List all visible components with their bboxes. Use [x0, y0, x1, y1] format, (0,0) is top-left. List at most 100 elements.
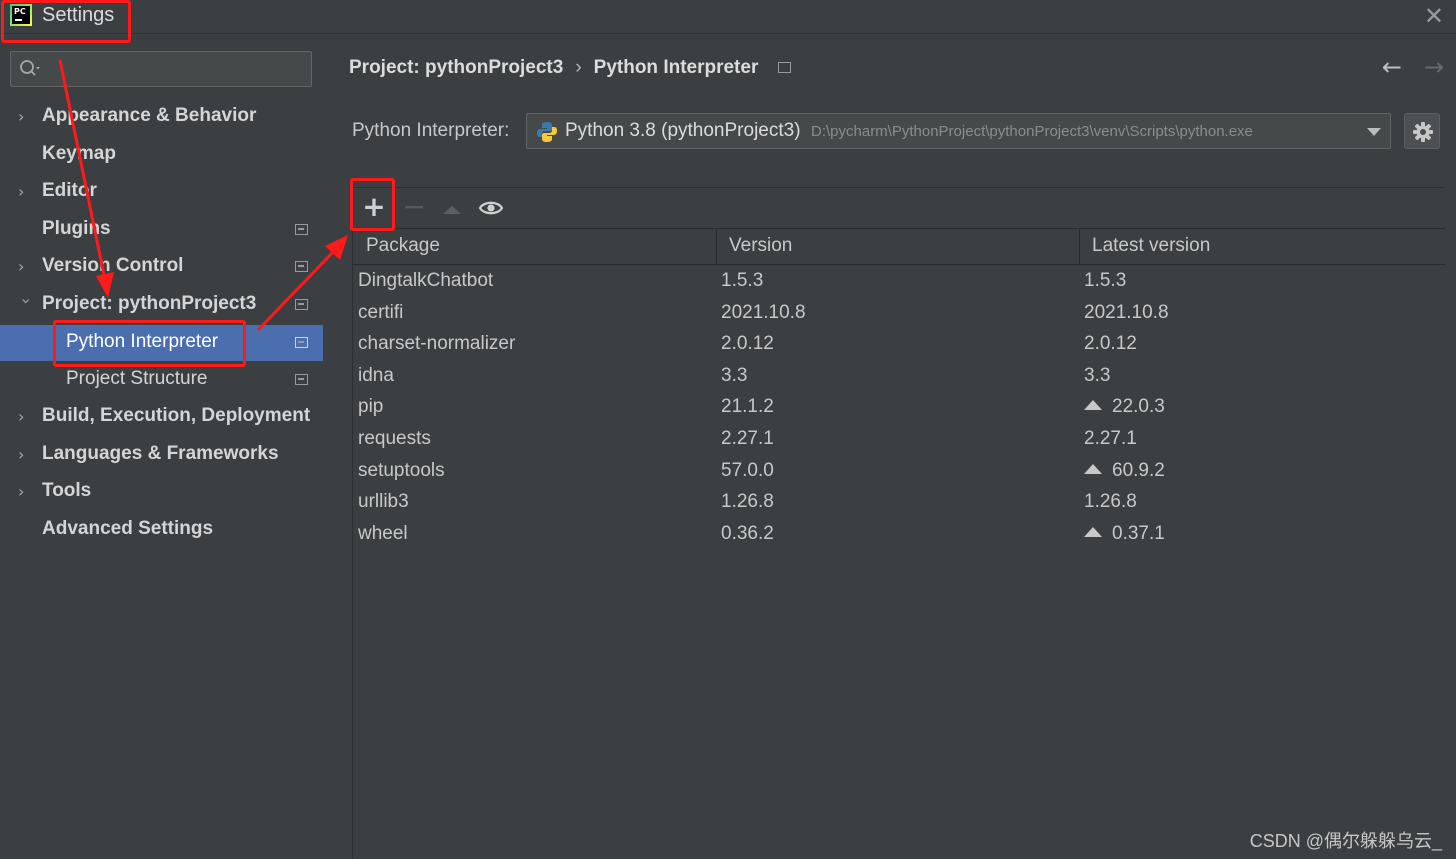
package-version-cell: 2.0.12	[721, 333, 774, 355]
latest-version-text: 1.5.3	[1084, 270, 1127, 291]
package-latest-cell: 3.3	[1084, 365, 1110, 387]
package-version-cell: 0.36.2	[721, 522, 774, 544]
remove-package-button[interactable]: −	[399, 192, 429, 224]
project-settings-icon	[295, 299, 308, 310]
interpreter-path: D:\pycharm\PythonProject\pythonProject3\…	[811, 123, 1253, 140]
upgrade-available-icon	[1084, 463, 1102, 474]
sidebar-item-version-control[interactable]: › Version Control	[0, 249, 323, 285]
package-name-cell: idna	[358, 364, 394, 386]
table-row[interactable]: setuptools 57.0.0 60.9.2	[353, 456, 1445, 487]
table-row[interactable]: requests 2.27.1 2.27.1	[353, 424, 1445, 455]
sidebar-item-build[interactable]: › Build, Execution, Deployment	[0, 399, 323, 435]
packages-toolbar: + −	[353, 188, 1445, 228]
show-early-releases-button[interactable]	[476, 192, 506, 224]
interpreter-label: Python Interpreter:	[352, 120, 510, 141]
chevron-down-icon	[1367, 128, 1381, 136]
annotation-highlight-interpreter	[53, 320, 246, 367]
package-latest-cell: 60.9.2	[1084, 460, 1165, 482]
close-icon[interactable]: ✕	[1424, 2, 1444, 30]
sidebar-item-languages[interactable]: › Languages & Frameworks	[0, 437, 323, 473]
package-version-cell: 57.0.0	[721, 459, 774, 481]
sidebar-item-project[interactable]: › Project: pythonProject3	[0, 287, 323, 323]
sidebar-item-tools[interactable]: › Tools	[0, 474, 323, 510]
package-version-cell: 2021.10.8	[721, 301, 806, 323]
package-name-cell: certifi	[358, 301, 404, 323]
project-settings-icon	[295, 337, 308, 348]
package-latest-cell: 2021.10.8	[1084, 302, 1169, 324]
breadcrumb-project[interactable]: Project: pythonProject3	[349, 57, 563, 78]
package-name-cell: pip	[358, 396, 384, 418]
sidebar-item-appearance[interactable]: › Appearance & Behavior	[0, 99, 323, 135]
table-row[interactable]: certifi 2021.10.8 2021.10.8	[353, 298, 1445, 329]
back-arrow-icon[interactable]: ←	[1382, 53, 1402, 81]
table-row[interactable]: idna 3.3 3.3	[353, 361, 1445, 392]
package-latest-cell: 1.5.3	[1084, 270, 1126, 292]
package-name-cell: DingtalkChatbot	[358, 270, 494, 291]
forward-arrow-icon[interactable]: →	[1424, 53, 1444, 81]
package-version-cell: 1.5.3	[721, 270, 764, 291]
latest-version-text: 2021.10.8	[1084, 301, 1169, 323]
package-name-cell: setuptools	[358, 459, 445, 481]
package-latest-cell: 2.27.1	[1084, 428, 1137, 450]
package-latest-cell: 2.0.12	[1084, 333, 1137, 355]
column-header-package[interactable]: Package	[366, 235, 440, 257]
search-input[interactable]	[10, 51, 312, 87]
column-divider[interactable]	[716, 229, 717, 265]
project-settings-icon	[295, 224, 308, 235]
package-name-cell: requests	[358, 428, 431, 449]
latest-version-text: 3.3	[1084, 364, 1111, 386]
column-header-latest-version[interactable]: Latest version	[1092, 235, 1210, 257]
package-name-cell: charset-normalizer	[358, 333, 516, 355]
package-version-cell: 1.26.8	[721, 491, 774, 513]
upgrade-package-button[interactable]	[437, 192, 467, 224]
chevron-right-icon: ›	[18, 407, 25, 426]
table-row[interactable]: wheel 0.36.2 0.37.1	[353, 519, 1445, 550]
sidebar-item-plugins[interactable]: Plugins	[0, 212, 323, 248]
breadcrumb-page: Python Interpreter	[593, 57, 759, 78]
table-row[interactable]: charset-normalizer 2.0.12 2.0.12	[353, 329, 1445, 360]
latest-version-text: 2.0.12	[1084, 333, 1137, 355]
chevron-right-icon: ›	[18, 257, 25, 276]
column-header-version[interactable]: Version	[729, 235, 792, 257]
upgrade-available-icon	[1084, 400, 1102, 411]
table-row[interactable]: pip 21.1.2 22.0.3	[353, 392, 1445, 423]
search-icon	[20, 60, 40, 76]
chevron-right-icon: ›	[18, 482, 25, 501]
watermark: CSDN @偶尔躲躲乌云_	[1249, 831, 1442, 851]
breadcrumb-separator: ›	[575, 57, 582, 78]
latest-version-text: 1.26.8	[1084, 491, 1137, 513]
project-settings-icon	[295, 261, 308, 272]
latest-version-text: 2.27.1	[1084, 428, 1137, 449]
eye-icon	[478, 201, 504, 215]
sidebar-item-editor[interactable]: › Editor	[0, 174, 323, 210]
title-bar: PC Settings ✕	[0, 0, 1456, 34]
settings-content: Project: pythonProject3 › Python Interpret…	[323, 35, 1456, 859]
sidebar-item-keymap[interactable]: Keymap	[0, 137, 323, 173]
package-version-cell: 3.3	[721, 364, 748, 386]
breadcrumb: Project: pythonProject3 › Python Interpret…	[349, 57, 792, 79]
chevron-down-icon: ›	[17, 298, 36, 305]
interpreter-dropdown[interactable]: Python 3.8 (pythonProject3) D:\pycharm\P…	[526, 113, 1391, 149]
annotation-highlight-add	[350, 178, 395, 231]
upgrade-available-icon	[1084, 526, 1102, 537]
package-version-cell: 21.1.2	[721, 396, 774, 418]
gear-icon	[1413, 122, 1433, 142]
latest-version-text: 60.9.2	[1112, 459, 1165, 481]
package-latest-cell: 1.26.8	[1084, 491, 1137, 513]
table-row[interactable]: DingtalkChatbot 1.5.3 1.5.3	[353, 266, 1445, 297]
sidebar-item-advanced[interactable]: Advanced Settings	[0, 512, 323, 548]
interpreter-settings-button[interactable]	[1404, 113, 1440, 149]
project-settings-icon	[778, 62, 792, 73]
latest-version-text: 22.0.3	[1112, 396, 1165, 418]
packages-panel: + − Package Version Latest version Dingt…	[352, 187, 1445, 859]
project-settings-icon	[295, 374, 308, 385]
chevron-right-icon: ›	[18, 107, 25, 126]
packages-table-header: Package Version Latest version	[353, 228, 1445, 265]
package-name-cell: wheel	[358, 522, 408, 544]
annotation-highlight-title	[1, 0, 131, 43]
sidebar-item-project-structure[interactable]: Project Structure	[0, 362, 323, 398]
chevron-right-icon: ›	[18, 182, 25, 201]
column-divider[interactable]	[1079, 229, 1080, 265]
settings-sidebar: › Appearance & Behavior Keymap › Editor …	[0, 35, 323, 859]
table-row[interactable]: urllib3 1.26.8 1.26.8	[353, 487, 1445, 518]
